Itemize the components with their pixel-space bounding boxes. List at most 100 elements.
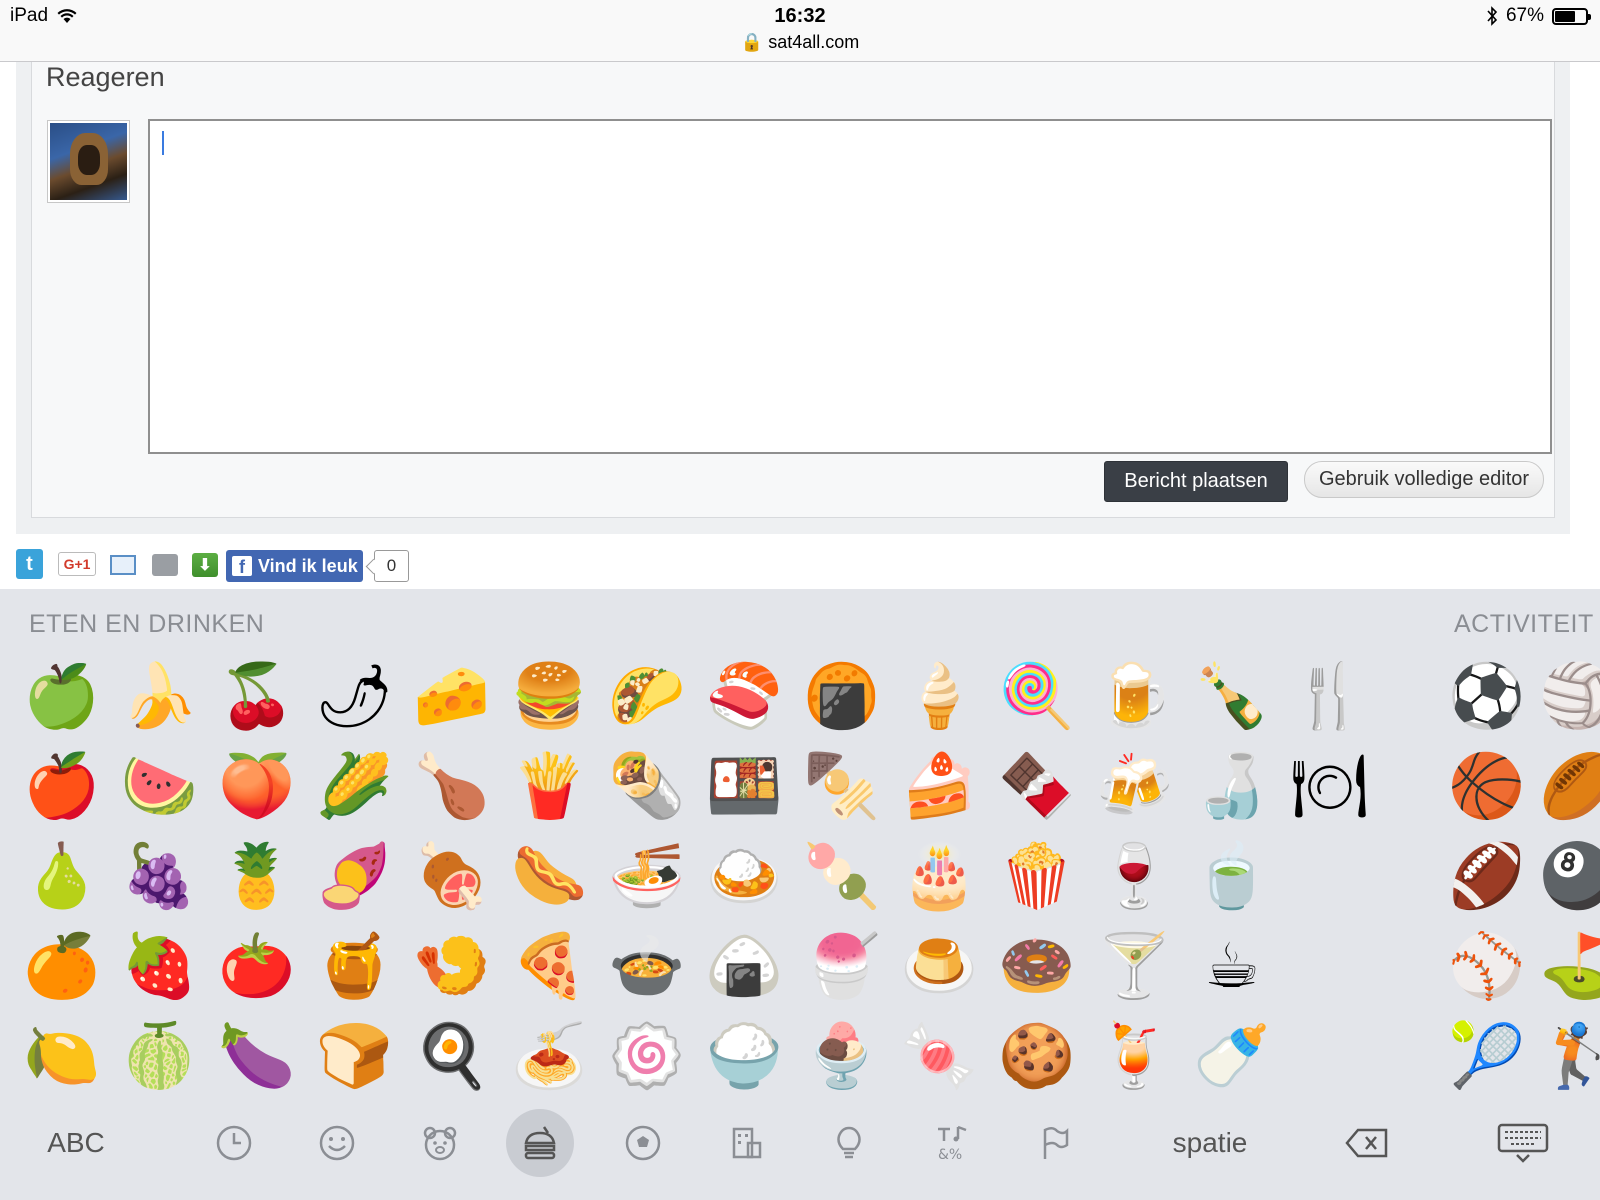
emoji-key[interactable]: 🍵 — [1187, 831, 1277, 921]
emoji-key[interactable]: 🎱 — [1539, 831, 1600, 921]
emoji-key[interactable]: 🍝 — [505, 1011, 595, 1101]
print-icon[interactable] — [152, 554, 178, 576]
mail-icon[interactable] — [110, 555, 136, 575]
food-tab[interactable] — [515, 1093, 565, 1193]
recent-tab[interactable] — [209, 1093, 259, 1193]
emoji-key[interactable]: 🍿 — [992, 831, 1082, 921]
emoji-key[interactable]: 🍭 — [992, 651, 1082, 741]
emoji-key[interactable]: 🍸 — [1090, 921, 1180, 1011]
emoji-key[interactable]: 🍏 — [17, 651, 107, 741]
emoji-key[interactable]: 🍎 — [17, 741, 107, 831]
emoji-key[interactable]: 🍲 — [602, 921, 692, 1011]
emoji-key[interactable]: 🌯 — [602, 741, 692, 831]
emoji-key[interactable]: 🍣 — [700, 651, 790, 741]
emoji-key[interactable]: 🍆 — [212, 1011, 302, 1101]
emoji-key[interactable]: 🍧 — [797, 921, 887, 1011]
emoji-key[interactable]: 🌶 — [310, 651, 400, 741]
emoji-key[interactable]: 🍕 — [505, 921, 595, 1011]
emoji-key[interactable]: 🍠 — [310, 831, 400, 921]
emoji-key[interactable]: 🍋 — [17, 1011, 107, 1101]
emoji-key[interactable]: 🍩 — [992, 921, 1082, 1011]
emoji-key[interactable]: 🍊 — [17, 921, 107, 1011]
emoji-key[interactable]: 🍮 — [895, 921, 985, 1011]
emoji-key[interactable]: 🍰 — [895, 741, 985, 831]
emoji-key[interactable]: 🍘 — [797, 651, 887, 741]
emoji-key[interactable]: 🍐 — [17, 831, 107, 921]
emoji-key[interactable]: 🏈 — [1442, 831, 1532, 921]
emoji-key[interactable]: 🍻 — [1090, 741, 1180, 831]
emoji-key[interactable]: 🍇 — [115, 831, 205, 921]
emoji-key[interactable]: 🍒 — [212, 651, 302, 741]
emoji-key[interactable]: ⚽ — [1442, 651, 1532, 741]
animals-tab[interactable] — [415, 1093, 465, 1193]
emoji-key[interactable]: 🎾 — [1442, 1011, 1532, 1101]
emoji-key[interactable]: 🍳 — [407, 1011, 497, 1101]
emoji-key[interactable]: 🍔 — [505, 651, 595, 741]
emoji-key[interactable]: 🍱 — [700, 741, 790, 831]
emoji-key[interactable]: 🍌 — [115, 651, 205, 741]
emoji-key[interactable]: 🏀 — [1442, 741, 1532, 831]
emoji-key[interactable]: 🍶 — [1187, 741, 1277, 831]
emoji-key[interactable]: 🍗 — [407, 741, 497, 831]
download-icon[interactable]: ⬇ — [192, 553, 218, 577]
emoji-key[interactable]: 🍅 — [212, 921, 302, 1011]
twitter-icon[interactable]: t — [16, 549, 43, 579]
emoji-key[interactable]: 🍡 — [797, 831, 887, 921]
flags-tab[interactable] — [1030, 1093, 1080, 1193]
emoji-key[interactable]: 🏌 — [1539, 1011, 1600, 1101]
emoji-key[interactable]: 🍬 — [895, 1011, 985, 1101]
emoji-key[interactable]: 🍽 — [1285, 741, 1375, 831]
smileys-tab[interactable] — [312, 1093, 362, 1193]
emoji-key[interactable]: ☕ — [1187, 921, 1277, 1011]
emoji-key[interactable]: 🏉 — [1539, 741, 1600, 831]
full-editor-button[interactable]: Gebruik volledige editor — [1304, 461, 1544, 498]
delete-key[interactable] — [1342, 1093, 1392, 1193]
emoji-key[interactable]: 🍜 — [602, 831, 692, 921]
objects-tab[interactable] — [824, 1093, 874, 1193]
emoji-key[interactable]: 🍑 — [212, 741, 302, 831]
emoji-key[interactable]: 🍾 — [1187, 651, 1277, 741]
emoji-key[interactable]: 🍨 — [797, 1011, 887, 1101]
emoji-key[interactable]: 🍚 — [700, 1011, 790, 1101]
emoji-key[interactable]: 🍫 — [992, 741, 1082, 831]
space-key[interactable]: spatie — [1160, 1093, 1260, 1193]
emoji-key[interactable]: 🍪 — [992, 1011, 1082, 1101]
post-button[interactable]: Bericht plaatsen — [1104, 461, 1288, 502]
emoji-key[interactable]: 🍢 — [797, 741, 887, 831]
symbols-tab[interactable]: &% — [927, 1093, 977, 1193]
emoji-key[interactable]: 🍹 — [1090, 1011, 1180, 1101]
emoji-key[interactable]: 🍺 — [1090, 651, 1180, 741]
emoji-key[interactable]: 🍍 — [212, 831, 302, 921]
reply-textarea[interactable] — [148, 119, 1552, 454]
emoji-key[interactable]: 🍉 — [115, 741, 205, 831]
emoji-key[interactable]: 🍷 — [1090, 831, 1180, 921]
emoji-key[interactable]: 🍴 — [1285, 651, 1375, 741]
emoji-key[interactable]: 🍤 — [407, 921, 497, 1011]
google-plus-button[interactable]: G+1 — [58, 552, 96, 576]
emoji-key[interactable]: 🍼 — [1187, 1011, 1277, 1101]
emoji-key[interactable]: 🍯 — [310, 921, 400, 1011]
emoji-key[interactable]: 🎂 — [895, 831, 985, 921]
emoji-key[interactable]: 🍖 — [407, 831, 497, 921]
emoji-key[interactable]: 🍦 — [895, 651, 985, 741]
emoji-key[interactable]: 🍟 — [505, 741, 595, 831]
abc-key[interactable]: ABC — [36, 1093, 116, 1193]
facebook-like-button[interactable]: f Vind ik leuk — [226, 550, 363, 582]
emoji-key[interactable]: 🧀 — [407, 651, 497, 741]
address-bar[interactable]: 🔒 sat4all.com — [0, 32, 1600, 53]
emoji-key[interactable]: 🍓 — [115, 921, 205, 1011]
emoji-key[interactable]: 🍞 — [310, 1011, 400, 1101]
emoji-key[interactable]: 🍥 — [602, 1011, 692, 1101]
emoji-key[interactable]: ⛳ — [1539, 921, 1600, 1011]
emoji-key[interactable]: 🌭 — [505, 831, 595, 921]
emoji-key[interactable]: 🌮 — [602, 651, 692, 741]
emoji-key[interactable]: 🍙 — [700, 921, 790, 1011]
travel-tab[interactable] — [721, 1093, 771, 1193]
emoji-key[interactable]: 🌽 — [310, 741, 400, 831]
activity-tab[interactable] — [618, 1093, 668, 1193]
emoji-key[interactable]: 🏐 — [1539, 651, 1600, 741]
emoji-key[interactable]: 🍛 — [700, 831, 790, 921]
dismiss-keyboard-key[interactable] — [1495, 1093, 1551, 1193]
emoji-key[interactable]: 🍈 — [115, 1011, 205, 1101]
emoji-key[interactable]: ⚾ — [1442, 921, 1532, 1011]
